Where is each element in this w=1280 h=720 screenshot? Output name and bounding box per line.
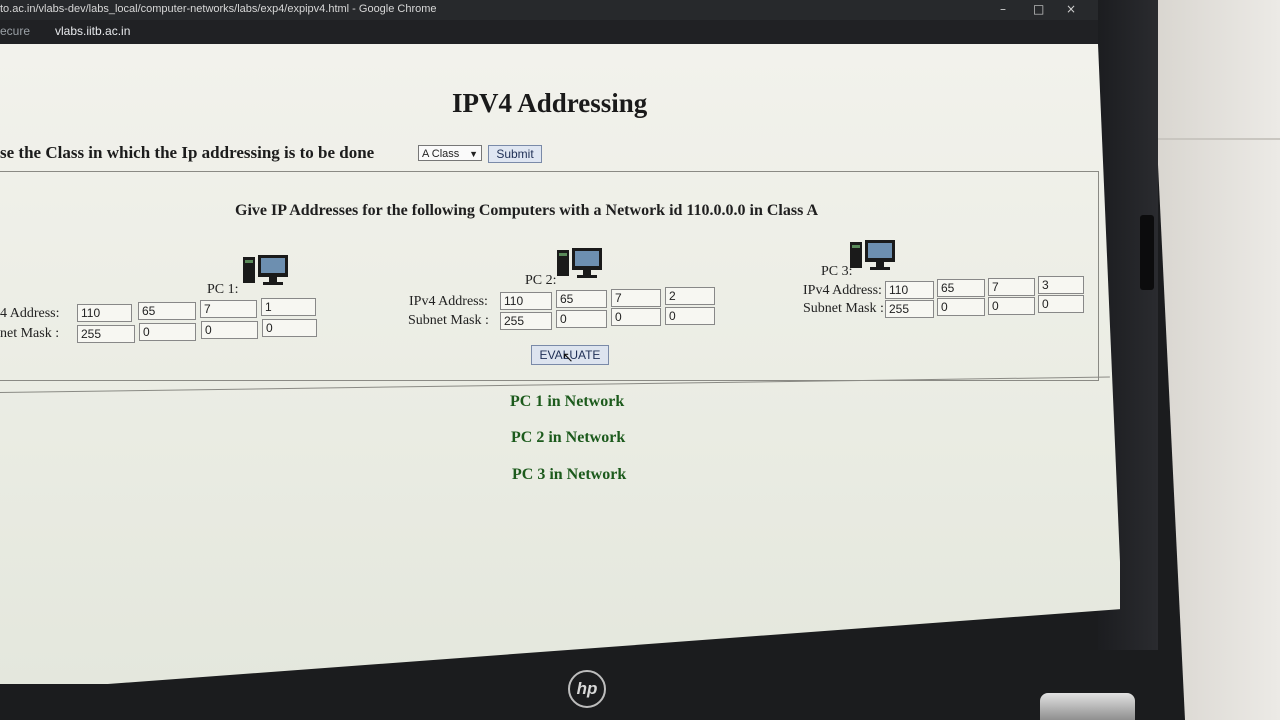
pc3-mask-octet-1[interactable]: 255 — [885, 300, 934, 318]
pc1-mask-octet-1[interactable]: 255 — [77, 325, 135, 343]
pc3-ip-octet-4[interactable]: 3 — [1038, 276, 1084, 294]
pc3-mask-octet-3[interactable]: 0 — [988, 297, 1035, 315]
pc3-ip-octet-2[interactable]: 65 — [937, 279, 985, 297]
pc1-ip-octet-1[interactable]: 110 — [77, 304, 132, 322]
hp-logo: hp — [568, 670, 606, 708]
minimize-icon[interactable]: – — [1000, 2, 1006, 16]
browser-title-bar: to.ac.in/vlabs-dev/labs_local/computer-n… — [0, 0, 1098, 20]
pc3-label: PC 3: — [821, 264, 853, 279]
pc1-mask-octet-3[interactable]: 0 — [201, 321, 258, 339]
result-pc1: PC 1 in Network — [510, 393, 625, 410]
address-bar[interactable]: ecure vlabs.iitb.ac.in — [0, 20, 1098, 44]
browser-viewport: IPV4 Addressing se the Class in which th… — [0, 44, 1120, 684]
pc1-ip-octet-3[interactable]: 7 — [200, 300, 257, 318]
pc3-mask-label: Subnet Mask : — [803, 301, 884, 316]
pc2-mask-octet-4[interactable]: 0 — [665, 307, 715, 325]
pc1-ip-octet-4[interactable]: 1 — [261, 298, 316, 316]
wall-tile-line — [1150, 138, 1280, 140]
panel-heading: Give IP Addresses for the following Comp… — [235, 202, 818, 219]
pc2-label: PC 2: — [525, 273, 557, 288]
url-host[interactable]: vlabs.iitb.ac.in — [55, 24, 130, 38]
pc2-mask-octet-2[interactable]: 0 — [556, 310, 607, 328]
pc1-ip-label: 4 Address: — [0, 306, 60, 321]
submit-button[interactable]: Submit — [488, 145, 542, 163]
pc1-mask-label: net Mask : — [0, 326, 60, 341]
pc2-mask-octet-1[interactable]: 255 — [500, 312, 552, 330]
pc3-mask-octet-4[interactable]: 0 — [1038, 295, 1084, 313]
class-prompt: se the Class in which the Ip addressing … — [0, 143, 375, 162]
laptop-hinge — [1040, 693, 1135, 720]
pc2-ip-octet-4[interactable]: 2 — [665, 287, 715, 305]
class-select[interactable]: A Class ▼ — [418, 145, 482, 161]
pc1-mask-octet-4[interactable]: 0 — [262, 319, 317, 337]
pc1-ip-octet-2[interactable]: 65 — [138, 302, 196, 320]
pc3-mask-octet-2[interactable]: 0 — [937, 298, 985, 316]
page-title: IPV4 Addressing — [452, 88, 648, 118]
result-pc3: PC 3 in Network — [512, 466, 627, 483]
pc1-label: PC 1: — [207, 282, 239, 297]
window-title: to.ac.in/vlabs-dev/labs_local/computer-n… — [0, 3, 437, 15]
close-icon[interactable]: × — [1066, 2, 1076, 16]
desktop-computer-icon — [850, 240, 895, 270]
result-pc2: PC 2 in Network — [511, 429, 626, 446]
desktop-computer-icon — [557, 248, 602, 278]
pc2-mask-octet-3[interactable]: 0 — [611, 308, 661, 326]
pc2-ip-octet-3[interactable]: 7 — [611, 289, 661, 307]
pc2-ip-octet-1[interactable]: 110 — [500, 292, 552, 310]
pc2-ip-octet-2[interactable]: 65 — [556, 290, 607, 308]
pc3-ip-octet-1[interactable]: 110 — [885, 281, 934, 299]
pc3-ip-label: IPv4 Address: — [803, 283, 882, 298]
maximize-icon[interactable]: □ — [1033, 2, 1044, 16]
mouse-cursor-icon: ↖ — [562, 351, 574, 366]
pc3-ip-octet-3[interactable]: 7 — [988, 278, 1035, 296]
pc2-ip-label: IPv4 Address: — [409, 294, 488, 309]
pc2-mask-label: Subnet Mask : — [408, 313, 489, 328]
desktop-computer-icon — [243, 255, 288, 285]
chevron-down-icon: ▼ — [469, 149, 478, 159]
security-indicator[interactable]: ecure — [0, 24, 30, 38]
laptop-side-notch — [1140, 215, 1154, 290]
pc1-mask-octet-2[interactable]: 0 — [139, 323, 196, 341]
class-select-value: A Class — [422, 148, 460, 160]
